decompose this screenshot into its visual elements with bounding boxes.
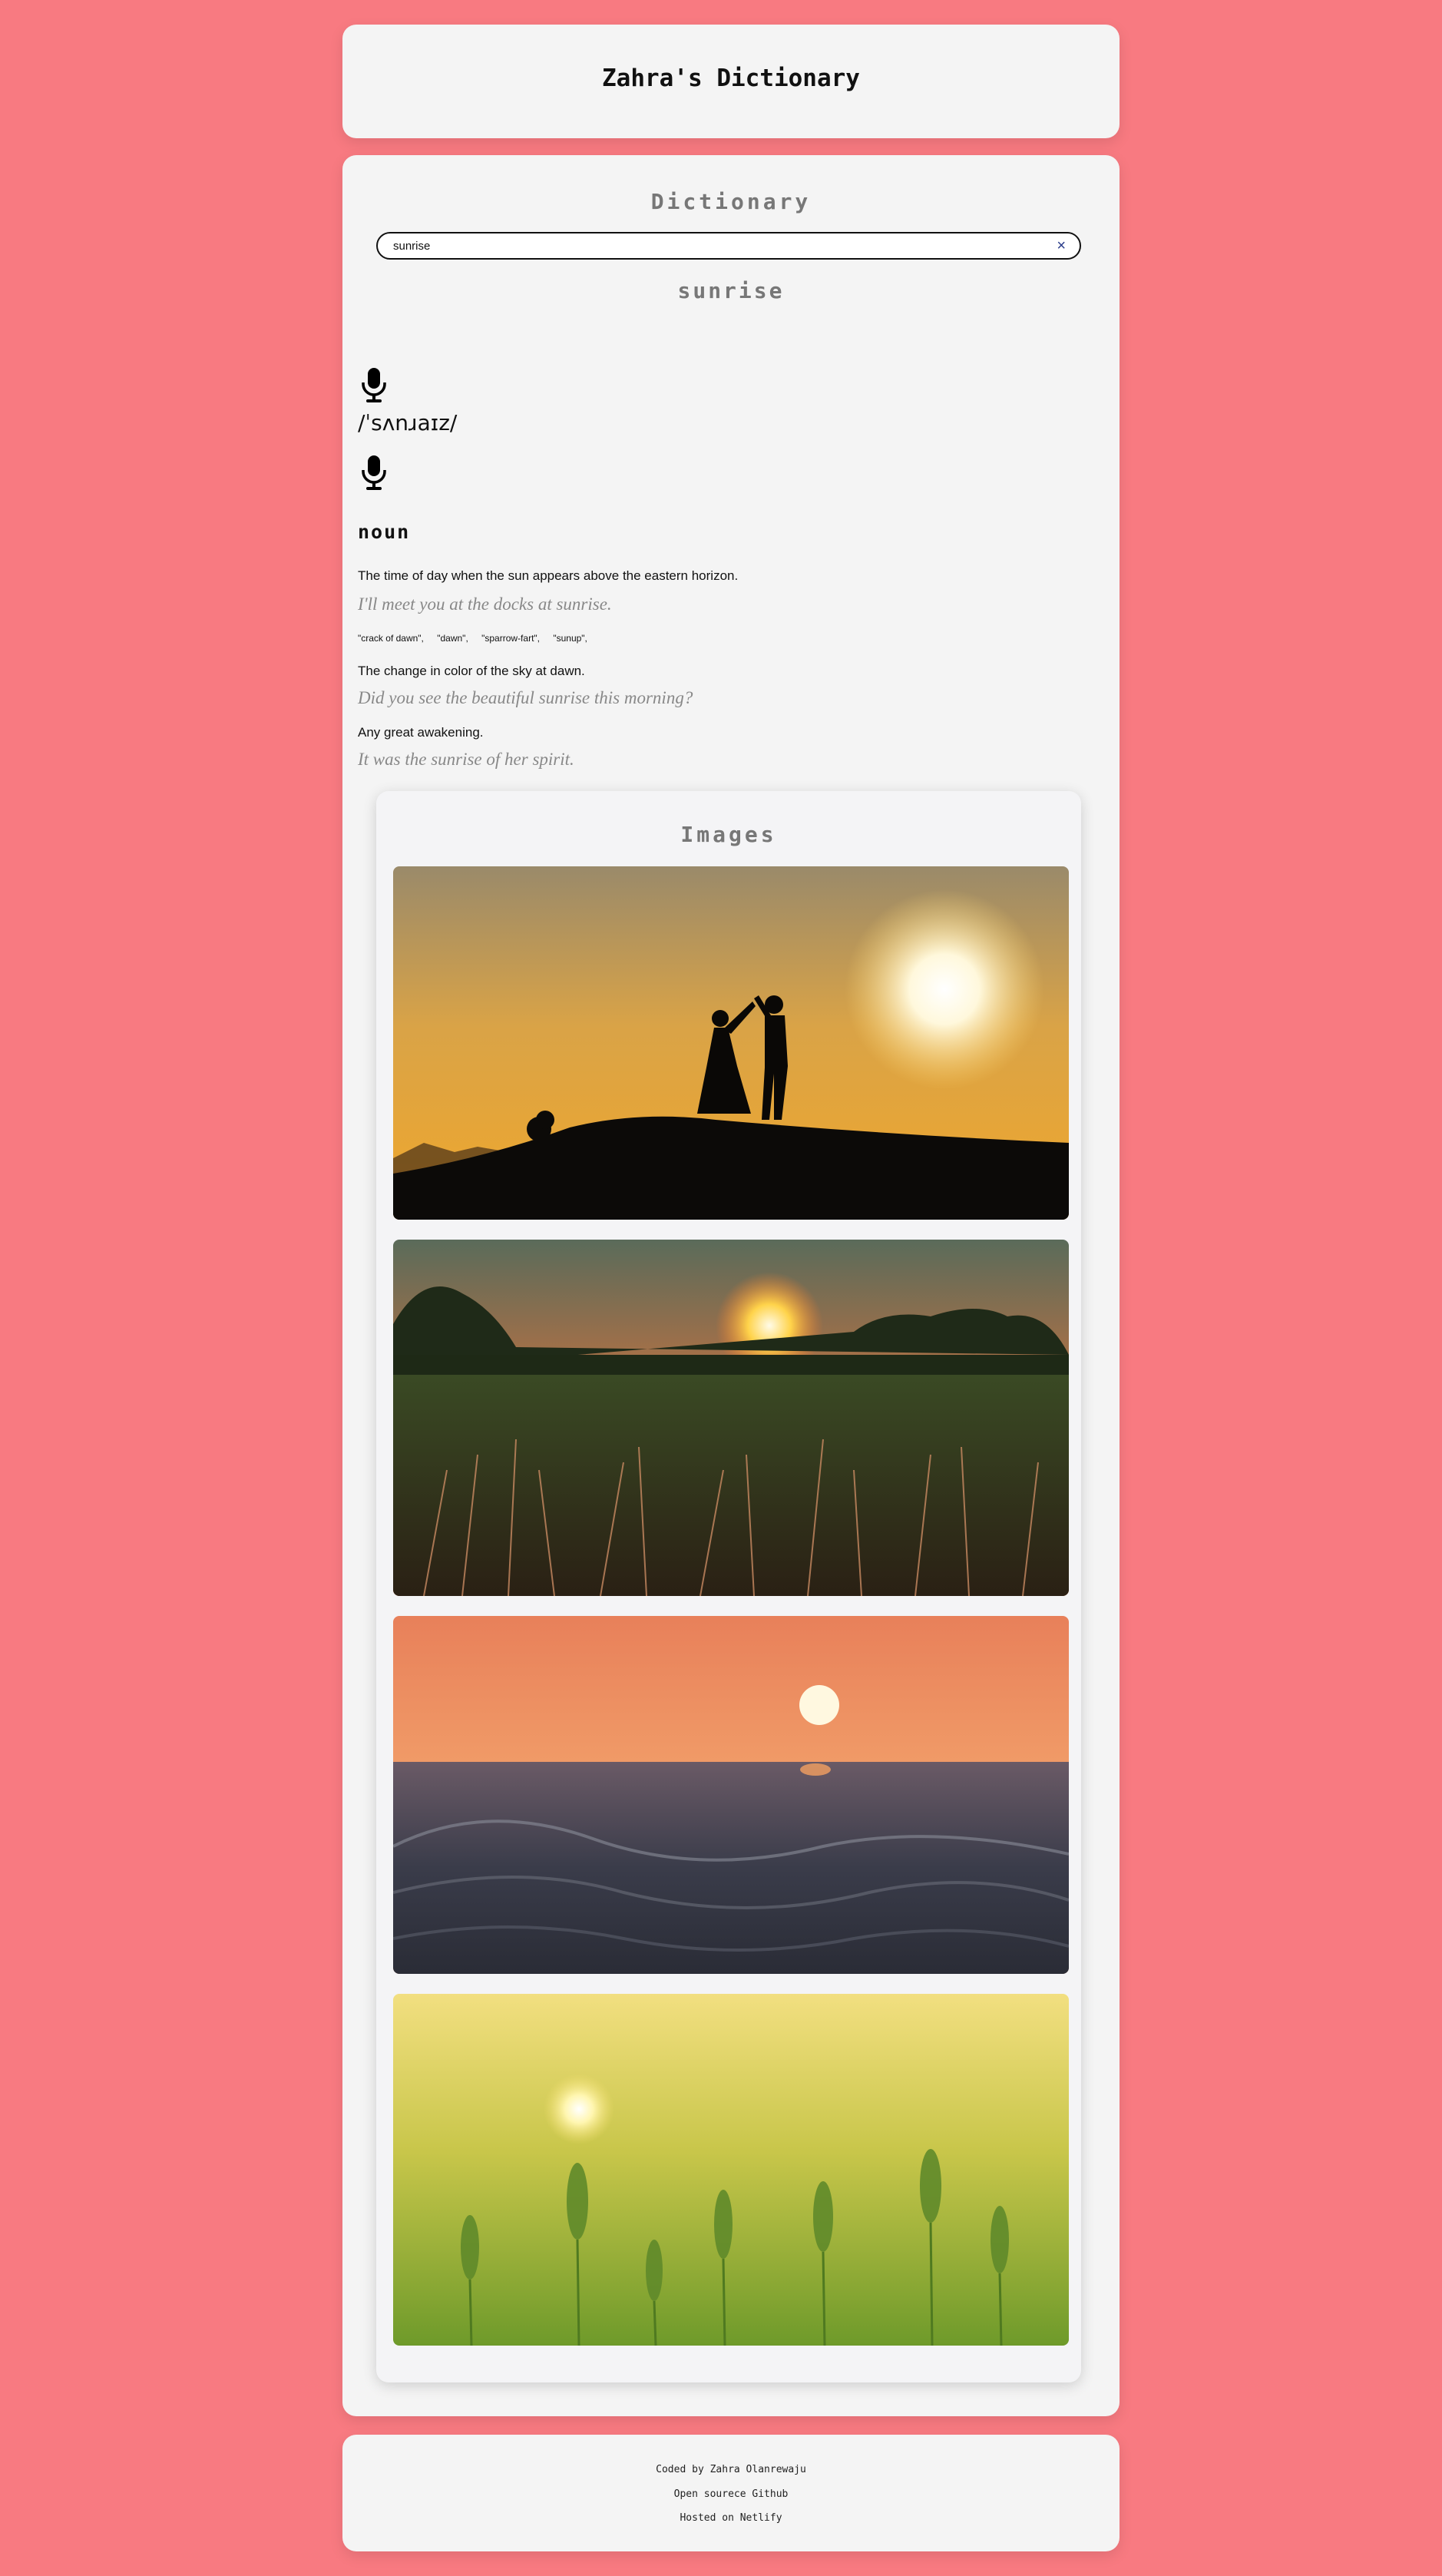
searched-word: sunrise [677, 278, 785, 303]
sun-through-wheat-field-photo[interactable] [393, 1994, 1069, 2346]
dictionary-card: Dictionary × sunrise /ˈsʌnɹaɪz/ noun The… [342, 155, 1120, 2416]
images-card: Images [376, 791, 1081, 2382]
definition-text: The change in color of the sky at dawn. [358, 664, 585, 678]
microphone-icon[interactable] [361, 367, 387, 404]
sunrise-over-grass-field-photo[interactable] [393, 1240, 1069, 1596]
synonym: "sunup", [553, 633, 587, 644]
synonym: "crack of dawn", [358, 633, 424, 644]
search-form: × [376, 232, 1081, 260]
coded-by-text[interactable]: Coded by Zahra Olanrewaju [342, 2464, 1120, 2475]
github-link[interactable]: Open sourece Github [342, 2488, 1120, 2500]
clear-search-button[interactable]: × [1057, 236, 1066, 256]
definition-text: Any great awakening. [358, 725, 484, 740]
footer-card: Coded by Zahra Olanrewaju Open sourece G… [342, 2435, 1120, 2551]
synonym: "sparrow-fart", [481, 633, 540, 644]
synonym: "dawn", [437, 633, 468, 644]
example-text: Did you see the beautiful sunrise this m… [358, 688, 693, 707]
couple-silhouette-sunset-photo[interactable] [393, 866, 1069, 1220]
example-text: I'll meet you at the docks at sunrise. [358, 594, 612, 614]
section-title: Dictionary [650, 189, 812, 214]
images-title: Images [680, 822, 777, 847]
header-card: Zahra's Dictionary [342, 25, 1120, 138]
phonetic-text: /ˈsʌnɹaɪz/ [358, 410, 458, 435]
part-of-speech: noun [358, 521, 411, 543]
synonyms-list: "crack of dawn", "dawn", "sparrow-fart",… [358, 633, 598, 644]
app-title: Zahra's Dictionary [602, 65, 860, 92]
sunrise-over-ocean-waves-photo[interactable] [393, 1616, 1069, 1974]
definition-text: The time of day when the sun appears abo… [358, 568, 739, 583]
search-input[interactable] [393, 237, 1023, 255]
example-text: It was the sunrise of her spirit. [358, 750, 574, 769]
microphone-icon[interactable] [361, 455, 387, 492]
netlify-link[interactable]: Hosted on Netlify [342, 2512, 1120, 2524]
